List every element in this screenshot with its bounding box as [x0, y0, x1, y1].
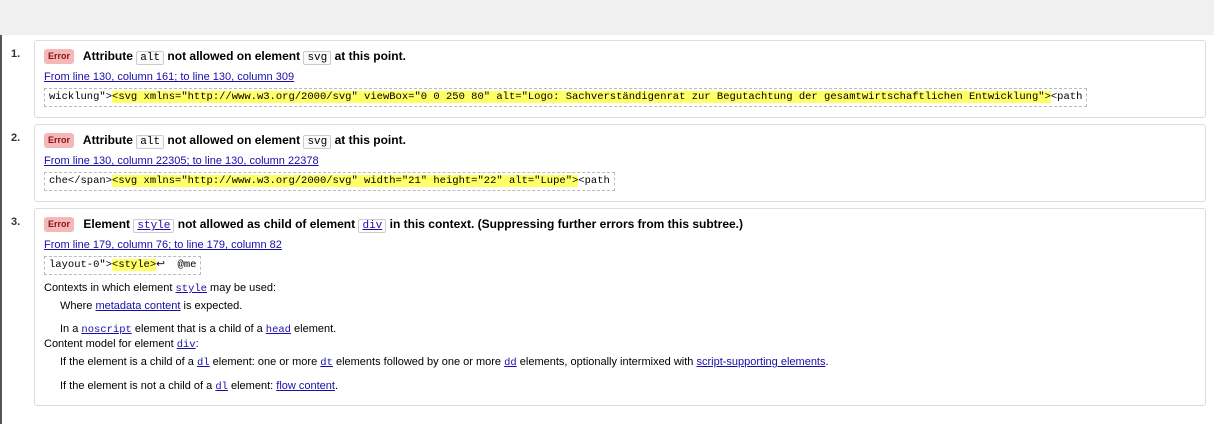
extract-after: <path	[1050, 91, 1083, 103]
extract-highlight: <svg xmlns="http://www.w3.org/2000/svg" …	[112, 91, 1051, 103]
message-title: Error Element style not allowed as child…	[44, 214, 1196, 236]
contexts-suffix: may be used:	[210, 282, 277, 294]
in-a-suffix: element.	[294, 323, 337, 335]
model-prefix: Content model for element	[44, 338, 174, 350]
div-element-link[interactable]: div	[177, 339, 196, 351]
code-extract: che</span><svg xmlns="http://www.w3.org/…	[44, 172, 615, 191]
dl-element-link[interactable]: dl	[215, 381, 228, 393]
message-number: 2.	[11, 132, 21, 144]
title-text: Element	[83, 217, 131, 231]
error-message-3: 3. Error Element style not allowed as ch…	[11, 208, 1212, 406]
if2-suffix: .	[334, 380, 339, 392]
code-extract: layout-0"><style>↩ @me	[44, 256, 202, 275]
extract-after: <path	[578, 175, 610, 187]
style-element-link[interactable]: style	[175, 283, 207, 295]
results-panel: 1. Error Attribute alt not allowed on el…	[0, 35, 1214, 424]
where-prefix: Where	[60, 300, 93, 312]
title-text: Attribute	[82, 133, 133, 147]
model-suffix: :	[195, 338, 199, 350]
script-supporting-link[interactable]: script-supporting elements	[696, 356, 825, 368]
extract-highlight: <style>	[112, 259, 157, 271]
extract-before: layout-0">	[49, 259, 113, 271]
context-where: Where metadata content is expected.	[44, 299, 1196, 314]
metadata-content-link[interactable]: metadata content	[95, 300, 180, 312]
if2-prefix: If the element is not a child of a	[60, 380, 213, 392]
message-box: Error Attribute alt not allowed on eleme…	[34, 40, 1206, 118]
error-badge: Error	[44, 217, 75, 232]
if2-mid: element:	[231, 380, 274, 392]
attribute-code: alt	[136, 51, 165, 65]
if1-prefix: If the element is a child of a	[60, 356, 194, 368]
attribute-code: alt	[136, 135, 165, 149]
element-details: Contexts in which element style may be u…	[44, 281, 1196, 395]
title-text: Attribute	[82, 49, 133, 63]
error-badge: Error	[44, 133, 75, 148]
contexts-prefix: Contexts in which element	[44, 282, 173, 294]
in-a-middle: element that is a child of a	[134, 323, 263, 335]
title-text: in this context. (Suppressing further er…	[389, 217, 744, 231]
extract-before: che</span>	[49, 175, 113, 187]
if1-mid1: element: one or more	[212, 356, 318, 368]
title-text: not allowed as child of element	[177, 217, 356, 231]
location-link[interactable]: From line 179, column 76; to line 179, c…	[44, 237, 282, 253]
message-list: 1. Error Attribute alt not allowed on el…	[2, 40, 1212, 412]
in-a-prefix: In a	[60, 323, 79, 335]
message-title: Error Attribute alt not allowed on eleme…	[44, 46, 1196, 68]
element-div-link[interactable]: div	[358, 219, 387, 233]
error-message-2: 2. Error Attribute alt not allowed on el…	[11, 124, 1212, 202]
if1-mid2: elements followed by one or more	[335, 356, 502, 368]
extract-highlight: <svg xmlns="http://www.w3.org/2000/svg" …	[112, 175, 579, 187]
extract-before: wicklung">	[49, 91, 113, 103]
location-link[interactable]: From line 130, column 22305; to line 130…	[44, 153, 319, 169]
title-text: not allowed on element	[167, 49, 301, 63]
dd-element-link[interactable]: dd	[504, 357, 517, 369]
message-number: 3.	[11, 216, 21, 228]
flow-content-link[interactable]: flow content	[276, 380, 335, 392]
error-badge: Error	[44, 49, 75, 64]
element-code: svg	[303, 135, 332, 149]
message-box: Error Attribute alt not allowed on eleme…	[34, 124, 1206, 202]
message-title: Error Attribute alt not allowed on eleme…	[44, 130, 1196, 152]
content-model-dl: If the element is a child of a dl elemen…	[44, 355, 1196, 371]
content-model-heading: Content model for element div:	[44, 337, 1196, 353]
error-message-1: 1. Error Attribute alt not allowed on el…	[11, 40, 1212, 118]
code-extract: wicklung"><svg xmlns="http://www.w3.org/…	[44, 88, 1088, 107]
message-box: Error Element style not allowed as child…	[34, 208, 1206, 406]
if1-suffix: .	[825, 356, 829, 368]
noscript-element-link[interactable]: noscript	[81, 324, 131, 336]
location-link[interactable]: From line 130, column 161; to line 130, …	[44, 69, 294, 85]
element-code: svg	[303, 51, 332, 65]
if1-mid3: elements, optionally intermixed with	[519, 356, 694, 368]
title-text: at this point.	[334, 49, 406, 63]
content-model-not-dl: If the element is not a child of a dl el…	[44, 379, 1196, 395]
context-noscript: In a noscript element that is a child of…	[44, 322, 1196, 338]
element-style-link[interactable]: style	[133, 219, 175, 233]
validator-page: 1. Error Attribute alt not allowed on el…	[0, 0, 1214, 424]
contexts-heading: Contexts in which element style may be u…	[44, 281, 1196, 297]
extract-after: ↩ @me	[156, 259, 197, 271]
title-text: at this point.	[334, 133, 406, 147]
head-element-link[interactable]: head	[266, 324, 291, 336]
message-number: 1.	[11, 48, 21, 60]
title-text: not allowed on element	[167, 133, 301, 147]
dt-element-link[interactable]: dt	[320, 357, 333, 369]
where-suffix: is expected.	[183, 300, 243, 312]
dl-element-link[interactable]: dl	[197, 357, 210, 369]
